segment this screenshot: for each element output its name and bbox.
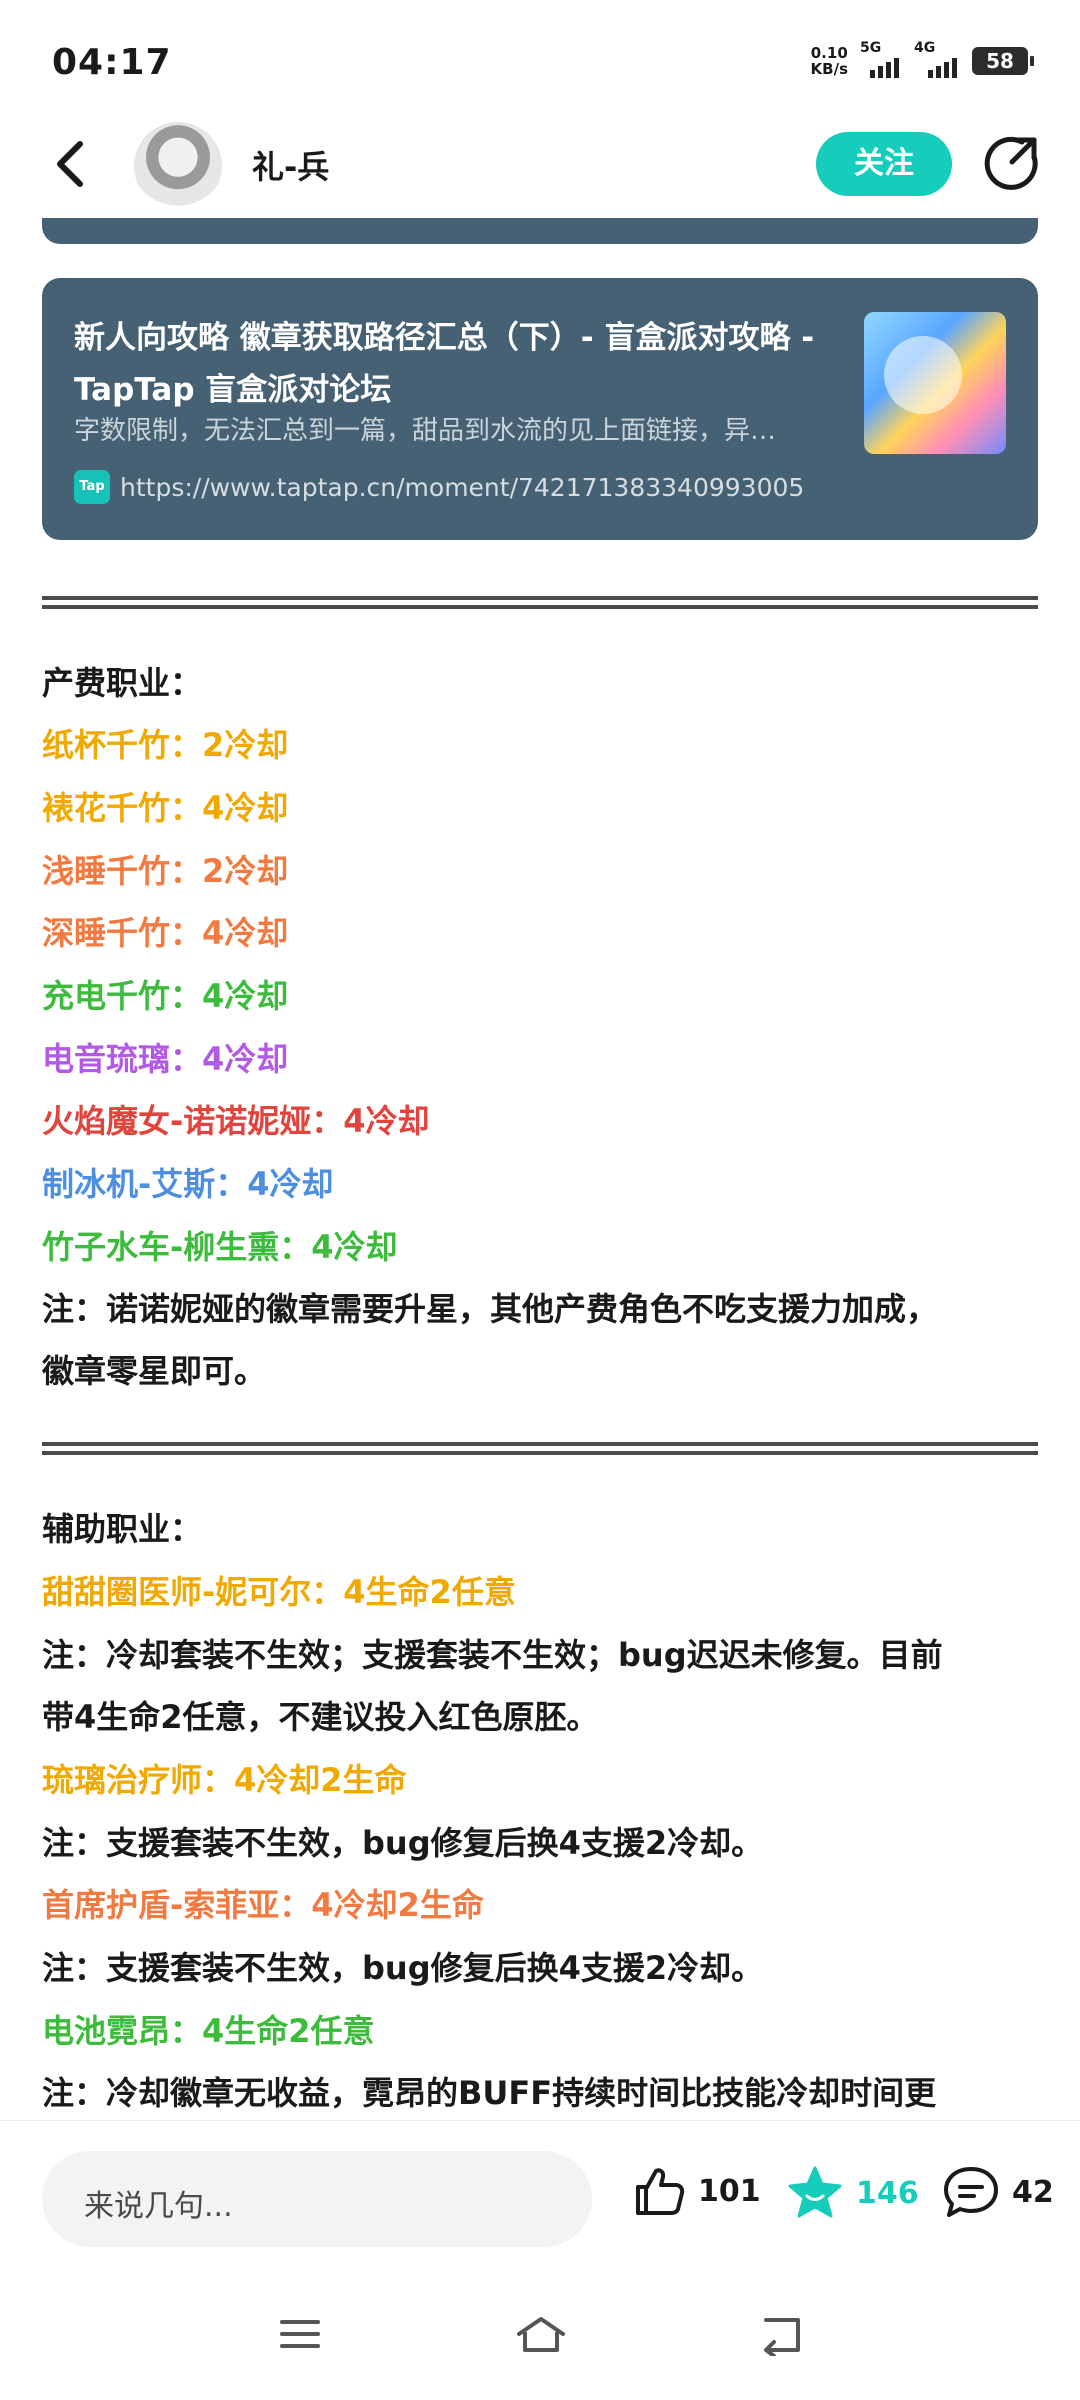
note-text: 带4生命2任意，不建议投入红色原胚。 [42,1698,599,1736]
comment-placeholder: 来说几句... [84,2189,233,2224]
note-text: 注：冷却徽章无收益，霓昂的BUFF持续时间比技能冷却时间更 [42,2074,937,2112]
list-item: 甜甜圈医师-妮可尔：4生命2任意 [42,1573,516,1611]
link-card-url: https://www.taptap.cn/moment/74217138334… [120,472,805,502]
signal-5g-label: 5G [860,40,882,56]
like-button[interactable]: 101 [632,2165,761,2217]
signal-4g-label: 4G [914,40,936,56]
signal-4g-icon: 4G [914,40,960,78]
link-card-thumbnail [864,312,1006,454]
network-speed-value: 0.10 [810,44,848,62]
status-indicators: 0.10 KB/s 5G 4G 58 [811,40,1034,78]
back-icon[interactable] [758,2314,806,2356]
list-item: 火焰魔女-诺诺妮娅：4冷却 [42,1102,430,1140]
list-item: 竹子水车-柳生熏：4冷却 [42,1228,398,1266]
note-text: 注：支援套装不生效，bug修复后换4支援2冷却。 [42,1824,764,1862]
list-item: 裱花千竹：4冷却 [42,789,289,827]
avatar[interactable] [134,122,222,210]
status-bar: 04:17 0.10 KB/s 5G 4G 58 [0,0,1080,130]
author-name[interactable]: 礼-兵 [252,142,329,188]
list-item: 琉璃治疗师：4冷却2生命 [42,1761,407,1799]
comment-button[interactable]: 42 [942,2165,1054,2219]
chevron-left-icon[interactable] [46,134,96,194]
list-item: 制冰机-艾斯：4冷却 [42,1165,334,1203]
comment-input[interactable]: 来说几句... [42,2151,592,2247]
list-item: 电池霓昂：4生命2任意 [42,2012,375,2050]
note-text: 注：冷却套装不生效；支援套装不生效；bug迟迟未修复。目前 [42,1636,943,1674]
taptap-logo-icon: Tap [74,470,110,504]
thumbs-up-icon [636,2168,685,2215]
favorite-count: 146 [856,2175,919,2211]
previous-link-card[interactable] [42,218,1038,244]
signal-5g-icon: 5G [860,40,902,78]
share-icon[interactable] [982,134,1040,192]
like-count: 101 [698,2173,761,2209]
section-divider [42,596,1038,609]
note-text: 徽章零星即可。 [42,1352,267,1390]
link-card-description: 字数限制，无法汇总到一篇，甜品到水流的见上面链接，异… [74,416,777,446]
list-item: 电音琉璃：4冷却 [42,1040,289,1078]
list-item: 充电千竹：4冷却 [42,977,289,1015]
list-item: 首席护盾-索菲亚：4冷却2生命 [42,1886,484,1924]
list-item: 浅睡千竹：2冷却 [42,852,289,890]
menu-icon[interactable] [278,2314,322,2354]
list-item: 纸杯千竹：2冷却 [42,726,289,764]
status-time: 04:17 [52,42,172,83]
comment-icon [944,2167,998,2217]
star-icon [788,2166,842,2218]
note-text: 注：支援套装不生效，bug修复后换4支援2冷却。 [42,1949,764,1987]
follow-button[interactable]: 关注 [816,132,952,196]
network-speed-unit: KB/s [810,60,848,78]
note-text: 注：诺诺妮娅的徽章需要升星，其他产费角色不吃支援力加成， [42,1290,939,1328]
section-heading: 辅助职业： [42,1510,203,1548]
link-card-title: 新人向攻略 徽章获取路径汇总（下）- 盲盒派对攻略 - TapTap 盲盒派对论… [74,320,815,408]
system-navigation-bar [0,2270,1080,2400]
comment-count: 42 [1012,2174,1054,2210]
section-divider [42,1442,1038,1455]
home-icon[interactable] [514,2314,568,2356]
favorite-button[interactable]: 146 [786,2165,919,2221]
link-card-source: Tap https://www.taptap.cn/moment/7421713… [74,470,804,504]
section-heading: 产费职业： [42,664,203,702]
battery-icon: 58 [972,47,1034,75]
network-speed: 0.10 KB/s [811,45,848,77]
post-header: 礼-兵 关注 [0,120,1080,212]
list-item: 深睡千竹：4冷却 [42,914,289,952]
link-card[interactable]: 新人向攻略 徽章获取路径汇总（下）- 盲盒派对攻略 - TapTap 盲盒派对论… [42,278,1038,540]
bottom-action-bar: 来说几句... 101 146 42 [0,2120,1080,2261]
